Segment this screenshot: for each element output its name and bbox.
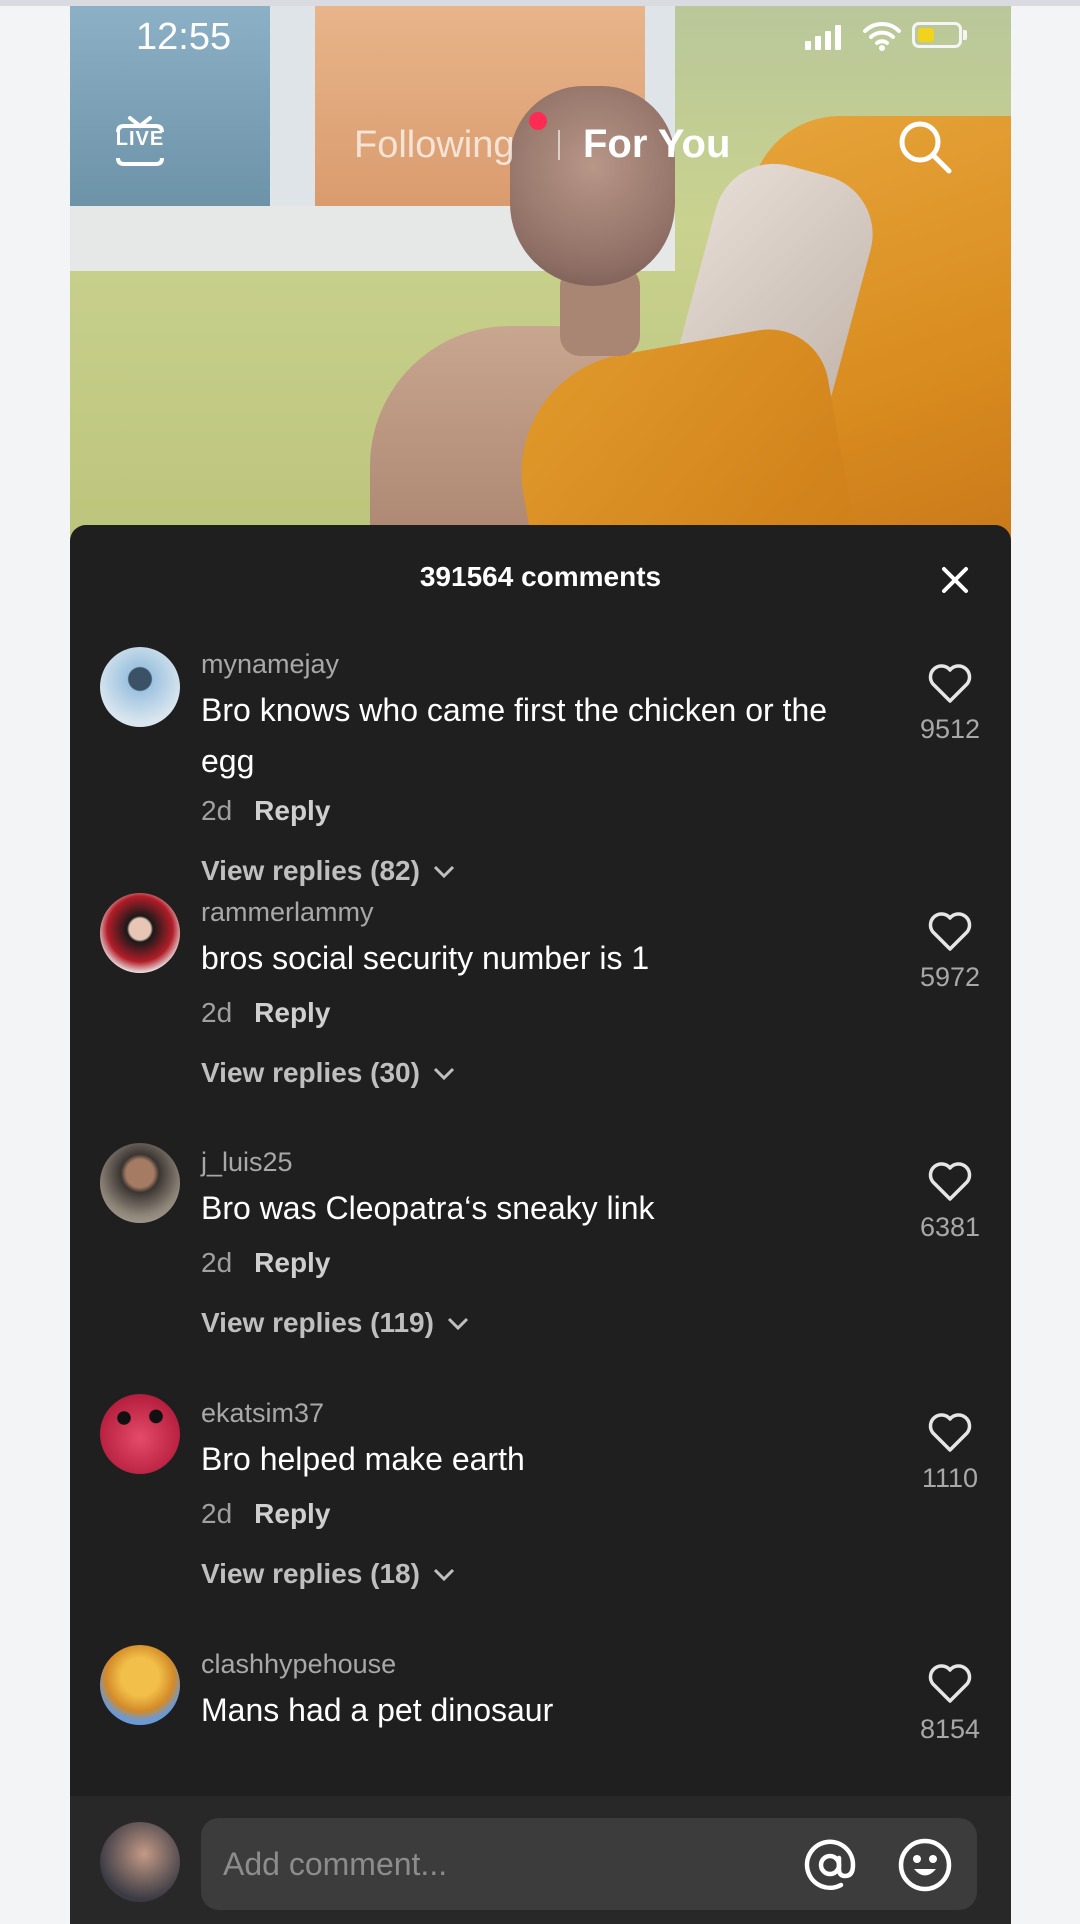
like-count: 9512 — [919, 714, 981, 744]
reply-button[interactable]: Reply — [254, 1498, 330, 1529]
view-replies-label: View replies (18) — [201, 1558, 420, 1589]
chevron-down-icon — [433, 1067, 454, 1081]
tab-for-you[interactable]: For You — [583, 122, 730, 167]
view-replies-label: View replies (30) — [201, 1057, 420, 1088]
comment-meta: 2d Reply — [201, 1247, 330, 1279]
reply-button[interactable]: Reply — [254, 997, 330, 1028]
comment-age: 2d — [201, 1498, 233, 1529]
comment-text: Bro helped make earth — [201, 1441, 525, 1477]
status-bar: 12:55 — [70, 6, 1011, 66]
search-icon[interactable] — [896, 118, 954, 176]
heart-icon — [928, 664, 972, 703]
like-count: 1110 — [921, 1463, 979, 1493]
comment-meta: 2d Reply — [201, 1498, 330, 1530]
like-button[interactable]: 9512 — [905, 663, 995, 745]
comment-item: ekatsim37 Bro helped make earth 2d Reply … — [70, 1374, 1011, 1589]
live-label: LIVE — [115, 128, 165, 150]
like-button[interactable]: 5972 — [905, 911, 995, 993]
comment-meta: 2d Reply — [201, 795, 330, 827]
view-replies-button[interactable]: View replies (119) — [201, 1307, 470, 1339]
reply-button[interactable]: Reply — [254, 1247, 330, 1278]
view-replies-button[interactable]: View replies (18) — [201, 1558, 456, 1590]
view-replies-label: View replies (119) — [201, 1307, 434, 1338]
close-icon[interactable] — [938, 563, 972, 597]
chevron-down-icon — [447, 1317, 468, 1331]
comment-username[interactable]: rammerlammy — [201, 897, 374, 928]
comment-meta: 2d Reply — [201, 997, 330, 1029]
comment-text: bros social security number is 1 — [201, 940, 650, 976]
signal-icon — [805, 24, 841, 50]
status-time: 12:55 — [136, 16, 232, 58]
comment-text: Bro knows who came first the chicken or … — [201, 692, 828, 779]
heart-icon — [928, 1162, 972, 1201]
like-count: 6381 — [919, 1212, 981, 1242]
comment-item: mynamejay Bro knows who came first the c… — [70, 625, 1011, 886]
avatar[interactable] — [100, 1645, 180, 1725]
avatar[interactable] — [100, 1143, 180, 1223]
heart-icon — [928, 1664, 972, 1703]
like-button[interactable]: 6381 — [905, 1161, 995, 1243]
comments-count-title: 391564 comments — [419, 561, 662, 592]
avatar — [100, 1822, 180, 1902]
comment-text: Bro was Cleopatra‘s sneaky link — [201, 1190, 655, 1226]
comment-username[interactable]: j_luis25 — [201, 1147, 293, 1178]
comment-age: 2d — [201, 1247, 233, 1278]
comment-username[interactable]: mynamejay — [201, 649, 339, 680]
video-player[interactable] — [70, 6, 1011, 546]
at-icon[interactable] — [801, 1836, 859, 1894]
view-replies-button[interactable]: View replies (30) — [201, 1057, 456, 1089]
avatar[interactable] — [100, 647, 180, 727]
comment-input[interactable]: Add comment... — [201, 1818, 977, 1910]
like-button[interactable]: 8154 — [905, 1663, 995, 1745]
avatar[interactable] — [100, 893, 180, 973]
tab-following[interactable]: Following — [354, 124, 515, 167]
comment-text: Mans had a pet dinosaur — [201, 1692, 554, 1728]
chevron-down-icon — [433, 1568, 454, 1582]
comments-sheet: 391564 comments mynamejay Bro knows who … — [70, 525, 1011, 1924]
battery-icon — [912, 22, 962, 48]
wifi-icon — [863, 21, 901, 51]
live-button[interactable]: LIVE — [110, 114, 170, 166]
comment-age: 2d — [201, 795, 233, 826]
comment-item: rammerlammy bros social security number … — [70, 873, 1011, 1088]
comment-composer: Add comment... — [70, 1796, 1011, 1924]
heart-icon — [928, 1413, 972, 1452]
notification-dot — [529, 112, 547, 130]
comment-username[interactable]: clashhypehouse — [201, 1649, 396, 1680]
comment-item: clashhypehouse Mans had a pet dinosaur 8… — [70, 1625, 1011, 1785]
like-count: 8154 — [919, 1714, 981, 1744]
avatar[interactable] — [100, 1394, 180, 1474]
phone-screen: 12:55 LIVE Following For You 391564 comm… — [70, 6, 1011, 1924]
comment-username[interactable]: ekatsim37 — [201, 1398, 324, 1429]
comment-age: 2d — [201, 997, 233, 1028]
heart-icon — [928, 912, 972, 951]
comment-item: j_luis25 Bro was Cleopatra‘s sneaky link… — [70, 1123, 1011, 1338]
reply-button[interactable]: Reply — [254, 795, 330, 826]
like-count: 5972 — [919, 962, 981, 992]
tab-divider — [558, 130, 560, 160]
emoji-icon[interactable] — [896, 1836, 954, 1894]
like-button[interactable]: 1110 — [905, 1412, 995, 1494]
comment-input-placeholder: Add comment... — [223, 1846, 448, 1882]
